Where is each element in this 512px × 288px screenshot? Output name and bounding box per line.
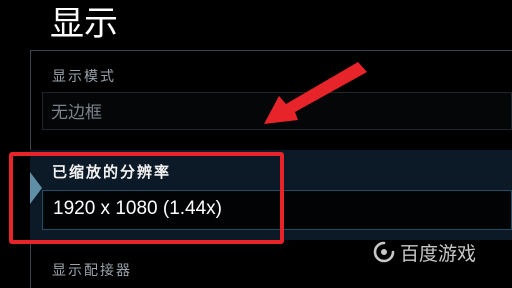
display-mode-label: 显示模式 — [52, 69, 116, 85]
display-mode-value: 无边框 — [51, 103, 102, 123]
display-adapter-label[interactable]: 显示配接器 — [52, 260, 132, 280]
annotation-arrow-icon — [264, 62, 367, 124]
section-divider-horizontal — [30, 50, 512, 51]
annotation-highlight-box — [9, 152, 284, 244]
baidu-games-logo-icon — [373, 241, 395, 263]
display-settings-screen: 显示 显示模式 无边框 已缩放的分辨率 1920 x 1080 (1.44x) … — [0, 0, 512, 288]
watermark-text: 百度游戏 — [400, 242, 477, 265]
watermark: 百度游戏 — [372, 237, 476, 267]
page-title: 显示 — [50, 4, 118, 44]
